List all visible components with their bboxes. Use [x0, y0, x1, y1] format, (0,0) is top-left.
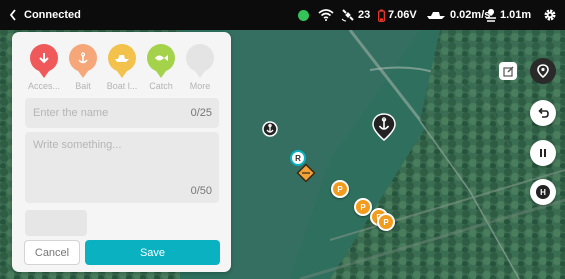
status-bar: Connected 23 7.06V 0.02m/s 1.01m [0, 0, 565, 30]
category-bait[interactable]: Bait [65, 44, 101, 91]
return-button[interactable] [530, 100, 556, 126]
description-field[interactable]: 0/50 [25, 132, 219, 203]
arrow-down-icon [30, 44, 58, 78]
water-depth: 1.01m [485, 0, 531, 30]
category-accessories[interactable]: Acces... [26, 44, 62, 91]
name-field[interactable]: 0/25 [25, 98, 219, 128]
settings-button[interactable] [540, 0, 560, 30]
boat-icon [427, 12, 445, 19]
pause-icon [540, 149, 546, 157]
satellite-icon [341, 9, 354, 22]
boat-speed: 0.02m/s [426, 0, 490, 30]
name-char-counter: 0/25 [190, 107, 212, 119]
description-input[interactable] [33, 139, 211, 179]
connection-status: Connected [24, 9, 81, 21]
boat-position-marker[interactable]: R [289, 150, 317, 186]
home-icon: H [536, 185, 550, 199]
connection-indicator [298, 10, 309, 21]
home-button[interactable]: H [530, 179, 556, 205]
cancel-button[interactable]: Cancel [24, 240, 80, 265]
category-catch[interactable]: Catch [143, 44, 179, 91]
location-pin-icon [537, 64, 549, 78]
chevron-left-icon [9, 9, 16, 21]
anchor-marker-small[interactable] [262, 121, 278, 139]
waypoint-marker[interactable]: P [377, 213, 395, 231]
category-selector: Acces... Bait Boat l... Catch More [12, 44, 231, 104]
category-more[interactable]: More [182, 44, 218, 91]
boat-marker-label: R [295, 154, 301, 163]
save-button[interactable]: Save [85, 240, 220, 265]
fish-icon [147, 44, 175, 78]
battery-voltage: 7.06V [378, 0, 417, 30]
more-icon [186, 44, 214, 78]
boat-icon [108, 44, 136, 78]
edit-icon [502, 66, 513, 77]
gear-icon [544, 9, 556, 21]
name-input[interactable] [33, 98, 183, 128]
wifi-icon [318, 0, 334, 30]
add-point-panel: Acces... Bait Boat l... Catch More 0/25 [12, 32, 231, 272]
category-boat-launch[interactable]: Boat l... [104, 44, 140, 91]
satellite-count: 23 [341, 0, 370, 30]
return-icon [538, 107, 549, 118]
anchor-marker-large[interactable] [372, 113, 396, 141]
edit-map-button[interactable] [499, 62, 517, 80]
add-point-button[interactable] [530, 58, 556, 84]
waypoint-marker[interactable]: P [331, 180, 349, 198]
back-button[interactable] [6, 0, 20, 30]
battery-icon [378, 9, 385, 22]
pause-button[interactable] [530, 140, 556, 166]
add-photo-button[interactable] [25, 210, 87, 236]
depth-icon [486, 9, 496, 22]
description-char-counter: 0/50 [190, 185, 212, 197]
anchor-icon [69, 44, 97, 78]
waypoint-marker[interactable]: P [354, 198, 372, 216]
